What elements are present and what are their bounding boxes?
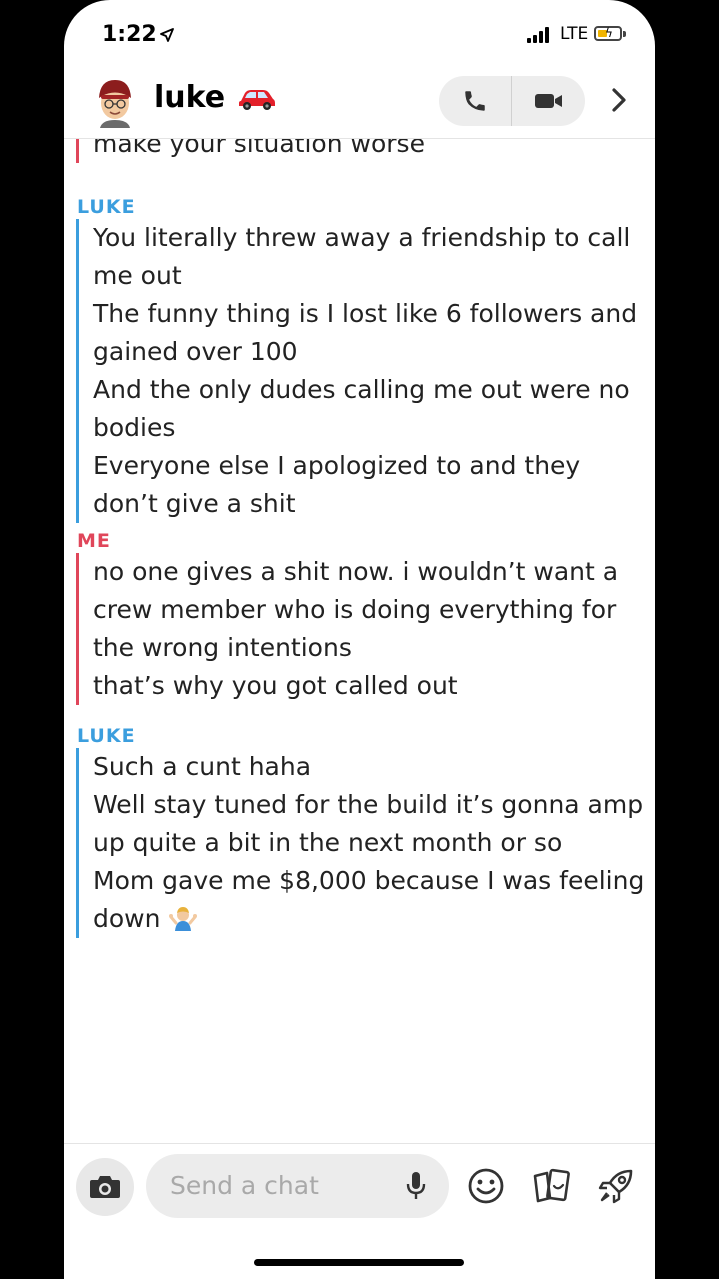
message-line: Mom gave me $8,000 because I was feeling — [93, 866, 645, 895]
sender-label: LUKE — [77, 196, 136, 218]
message-line: And the only dudes calling me out were n… — [93, 375, 630, 404]
chat-header: luke — [64, 70, 655, 139]
bitmoji-avatar[interactable] — [92, 76, 138, 128]
message-line: Well stay tuned for the build it’s gonna… — [93, 790, 644, 819]
signal-bars-icon — [527, 27, 549, 43]
composer-bar: Send a chat — [64, 1143, 655, 1279]
message-line: no one gives a shit now. i wouldn’t want… — [93, 557, 619, 586]
video-call-button[interactable] — [512, 76, 585, 126]
network-label: LTE — [560, 24, 589, 44]
sender-label: LUKE — [77, 725, 136, 747]
message-line: Such a cunt haha — [93, 752, 312, 781]
message-lines: You literally threw away a friendship to… — [76, 219, 638, 523]
message-line: that’s why you got called out — [93, 671, 458, 700]
contact-name-label: luke — [154, 80, 226, 115]
chat-input[interactable]: Send a chat — [146, 1154, 449, 1218]
message-line: Everyone else I apologized to and they — [93, 451, 581, 480]
message-line: crew member who is doing everything for — [93, 595, 617, 624]
message-line: don’t give a shit — [93, 489, 296, 518]
chat-thread[interactable]: make your situation worse LUKE You liter… — [64, 139, 655, 1142]
home-indicator[interactable] — [254, 1259, 464, 1266]
contact-name[interactable]: luke — [154, 80, 277, 115]
message-line: bodies — [93, 413, 176, 442]
message-line: make your situation worse — [93, 139, 425, 158]
message-group-luke: LUKE Such a cunt haha Well stay tuned fo… — [76, 724, 645, 938]
message-lines: no one gives a shit now. i wouldn’t want… — [76, 553, 636, 705]
camera-button[interactable] — [76, 1158, 134, 1216]
sender-label: ME — [77, 530, 111, 552]
message-line: the wrong intentions — [93, 633, 352, 662]
red-car-icon — [239, 89, 276, 110]
sticker-cards-icon — [533, 1168, 570, 1203]
video-camera-icon — [534, 94, 562, 108]
emoji-button[interactable] — [466, 1166, 506, 1206]
microphone-icon[interactable] — [405, 1170, 427, 1202]
smiley-icon — [468, 1168, 504, 1204]
message-text: down — [93, 904, 161, 933]
message-line: me out — [93, 261, 182, 290]
status-time: 1:22 — [102, 22, 157, 47]
message-line: gained over 100 — [93, 337, 298, 366]
message-line: The funny thing is I lost like 6 followe… — [93, 299, 638, 328]
call-buttons — [439, 76, 585, 126]
message-group-me: ME no one gives a shit now. i wouldn’t w… — [76, 529, 636, 705]
message-lines: Such a cunt haha Well stay tuned for the… — [76, 748, 645, 938]
location-arrow-icon — [160, 28, 174, 42]
stickers-button[interactable] — [532, 1166, 572, 1206]
status-bar: 1:22 LTE ϟ — [64, 0, 655, 70]
message-lines: make your situation worse — [76, 139, 636, 163]
phone-icon — [465, 91, 485, 111]
message-line-with-emoji: down — [93, 900, 636, 938]
chat-input-placeholder: Send a chat — [170, 1171, 319, 1200]
message-group-luke: LUKE You literally threw away a friendsh… — [76, 195, 638, 523]
phone-screen: 1:22 LTE ϟ luke make your situation wors… — [64, 0, 655, 1279]
message-line: You literally threw away a friendship to… — [93, 223, 631, 252]
games-button[interactable] — [596, 1166, 636, 1206]
rocket-icon — [598, 1169, 633, 1204]
camera-icon — [90, 1176, 120, 1198]
shrug-emoji-icon — [169, 907, 198, 931]
chevron-right-icon[interactable] — [609, 85, 629, 115]
battery-icon: ϟ — [594, 26, 622, 41]
message-line: up quite a bit in the next month or so — [93, 828, 563, 857]
message-group-partial: make your situation worse — [76, 139, 636, 163]
audio-call-button[interactable] — [439, 76, 512, 126]
